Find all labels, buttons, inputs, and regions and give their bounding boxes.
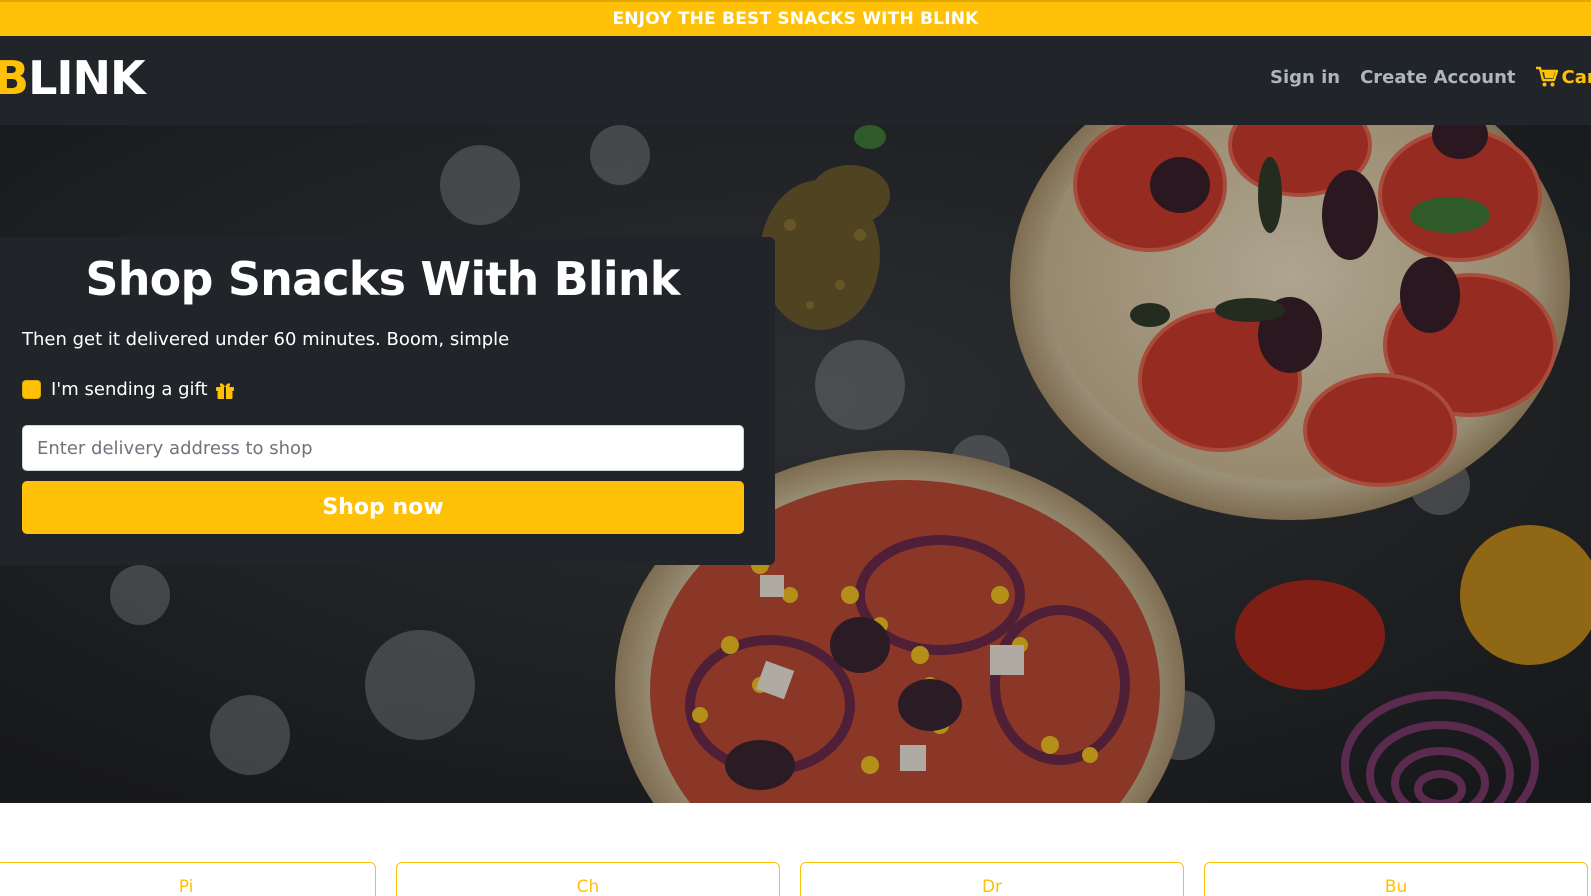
category-card[interactable]: Dr (800, 862, 1184, 896)
cart-link[interactable]: Cart (1535, 66, 1591, 88)
hero-subtitle: Then get it delivered under 60 minutes. … (22, 329, 510, 350)
category-label: Dr (981, 877, 1003, 896)
promo-banner: ENJOY THE BEST SNACKS WITH BLINK (0, 0, 1591, 36)
category-card[interactable]: Pi (0, 862, 376, 896)
category-label: Pi (178, 877, 194, 896)
gift-checkbox-row[interactable]: I'm sending a gift (22, 379, 236, 400)
create-account-link[interactable]: Create Account (1360, 67, 1515, 88)
category-label: Ch (576, 877, 600, 896)
brand-rest: LINK (28, 51, 146, 105)
gift-label: I'm sending a gift (51, 379, 208, 400)
category-card[interactable]: Bu (1204, 862, 1588, 896)
gift-checkbox[interactable] (22, 380, 41, 399)
category-card[interactable]: Ch (396, 862, 780, 896)
brand-logo[interactable]: BLINK (0, 48, 146, 108)
navbar: BLINK Sign in Create Account Cart (0, 36, 1591, 125)
category-label: Bu (1384, 877, 1408, 896)
category-row: Pi Ch Dr Bu (0, 860, 1591, 896)
hero-title: Shop Snacks With Blink (85, 252, 680, 306)
delivery-address-input[interactable] (22, 425, 744, 471)
cart-label: Cart (1561, 66, 1591, 88)
nav-links: Sign in Create Account Cart (1270, 66, 1591, 88)
hero-section: Shop Snacks With Blink Then get it deliv… (0, 125, 1591, 803)
cart-icon (1536, 66, 1559, 87)
gift-icon (215, 382, 234, 399)
sign-in-link[interactable]: Sign in (1270, 67, 1340, 88)
hero-card: Shop Snacks With Blink Then get it deliv… (0, 237, 775, 565)
shop-now-button[interactable]: Shop now (22, 481, 744, 534)
brand-first-letter: B (0, 51, 29, 105)
promo-text: ENJOY THE BEST SNACKS WITH BLINK (612, 9, 979, 29)
